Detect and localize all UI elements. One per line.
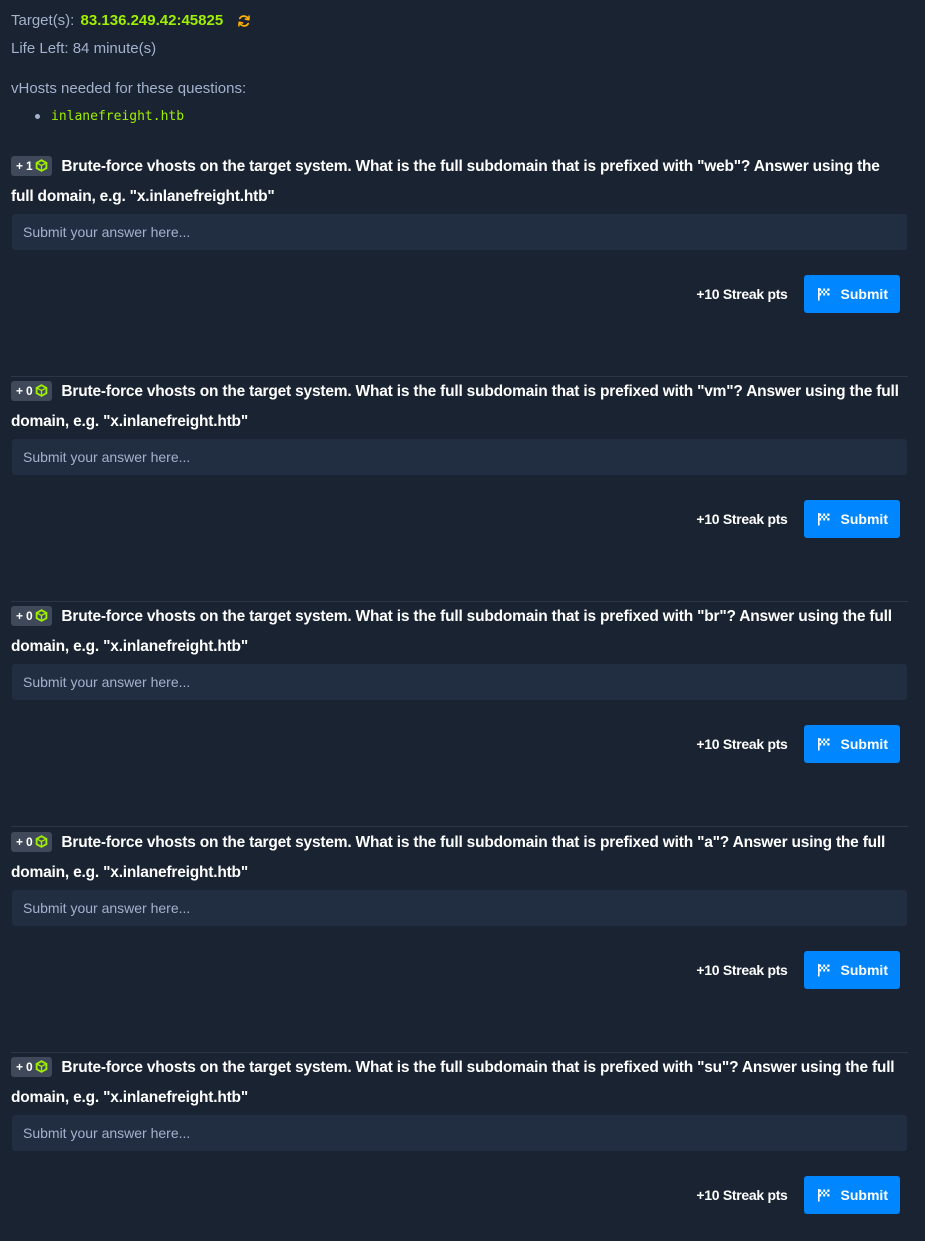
question-block: + 0 Brute-force vhosts on the target syst… <box>11 602 908 827</box>
points-value: + 1 <box>16 159 33 173</box>
answer-actions: +10 Streak pts Submit <box>696 951 900 989</box>
flag-icon <box>817 288 830 301</box>
answer-input[interactable] <box>12 214 907 250</box>
flag-icon <box>817 1189 830 1202</box>
points-badge: + 0 <box>11 381 53 401</box>
answer-input[interactable] <box>12 1115 907 1151</box>
life-value: 84 minute(s) <box>72 40 157 57</box>
points-badge: + 1 <box>11 156 53 176</box>
points-badge: + 0 <box>11 1057 53 1077</box>
question-label: Brute-force vhosts on the target system.… <box>11 383 899 430</box>
streak-points: +10 Streak pts <box>696 1187 788 1203</box>
answer-actions: +10 Streak pts Submit <box>696 725 900 763</box>
submit-button[interactable]: Submit <box>803 500 900 538</box>
flag-icon <box>817 738 830 751</box>
streak-points: +10 Streak pts <box>696 962 788 978</box>
submit-button[interactable]: Submit <box>803 1176 900 1214</box>
submit-button[interactable]: Submit <box>803 951 900 989</box>
question-label: Brute-force vhosts on the target system.… <box>11 1059 895 1106</box>
question-label: Brute-force vhosts on the target system.… <box>11 834 886 881</box>
answer-actions: +10 Streak pts Submit <box>696 1176 900 1214</box>
question-text: + 0 Brute-force vhosts on the target syst… <box>11 602 906 662</box>
target-line: Target(s): 83.136.249.42:45825 <box>11 11 251 31</box>
points-badge: + 0 <box>11 832 53 852</box>
cube-icon <box>36 1060 48 1073</box>
cube-icon <box>36 384 48 397</box>
questions-panel: Target(s): 83.136.249.42:45825 Life Left… <box>0 0 925 1241</box>
question-text: + 1 Brute-force vhosts on the target syst… <box>11 152 906 212</box>
question-block: + 0 Brute-force vhosts on the target syst… <box>11 828 908 1053</box>
target-ip[interactable]: 83.136.249.42:45825 <box>81 12 224 29</box>
vhost-list: inlanefreight.htb <box>35 107 184 127</box>
question-label: Brute-force vhosts on the target system.… <box>11 158 880 205</box>
streak-points: +10 Streak pts <box>696 736 788 752</box>
points-value: + 0 <box>16 835 33 849</box>
submit-label: Submit <box>840 511 888 527</box>
refresh-icon[interactable] <box>237 14 251 28</box>
flag-icon <box>817 964 830 977</box>
points-badge: + 0 <box>11 606 53 626</box>
submit-label: Submit <box>840 286 888 302</box>
streak-points: +10 Streak pts <box>696 286 788 302</box>
cube-icon <box>36 835 48 848</box>
submit-label: Submit <box>840 962 888 978</box>
cube-icon <box>36 159 48 172</box>
answer-actions: +10 Streak pts Submit <box>696 275 900 313</box>
answer-actions: +10 Streak pts Submit <box>696 500 900 538</box>
vhost-name: inlanefreight.htb <box>51 109 185 124</box>
question-block: + 0 Brute-force vhosts on the target syst… <box>11 377 908 602</box>
question-text: + 0 Brute-force vhosts on the target syst… <box>11 1053 906 1113</box>
answer-input[interactable] <box>12 439 907 475</box>
flag-icon <box>817 513 830 526</box>
life-label: Life Left: <box>11 40 69 57</box>
target-label: Target(s): <box>11 12 75 29</box>
submit-label: Submit <box>840 736 888 752</box>
question-block: + 0 Brute-force vhosts on the target syst… <box>11 1053 908 1241</box>
life-left: Life Left: 84 minute(s) <box>11 39 156 59</box>
submit-button[interactable]: Submit <box>803 725 900 763</box>
answer-input[interactable] <box>12 890 907 926</box>
points-value: + 0 <box>16 609 33 623</box>
bullet <box>35 114 40 119</box>
question-label: Brute-force vhosts on the target system.… <box>11 608 892 655</box>
streak-points: +10 Streak pts <box>696 511 788 527</box>
cube-icon <box>36 609 48 622</box>
question-block: + 1 Brute-force vhosts on the target syst… <box>11 152 908 377</box>
submit-label: Submit <box>840 1187 888 1203</box>
submit-button[interactable]: Submit <box>803 275 900 313</box>
answer-input[interactable] <box>12 664 907 700</box>
question-text: + 0 Brute-force vhosts on the target syst… <box>11 828 906 888</box>
divider <box>11 826 908 827</box>
vhosts-heading: vHosts needed for these questions: <box>11 80 247 97</box>
points-value: + 0 <box>16 1060 33 1074</box>
vhost-item: inlanefreight.htb <box>35 107 184 127</box>
question-text: + 0 Brute-force vhosts on the target syst… <box>11 377 906 437</box>
points-value: + 0 <box>16 384 33 398</box>
